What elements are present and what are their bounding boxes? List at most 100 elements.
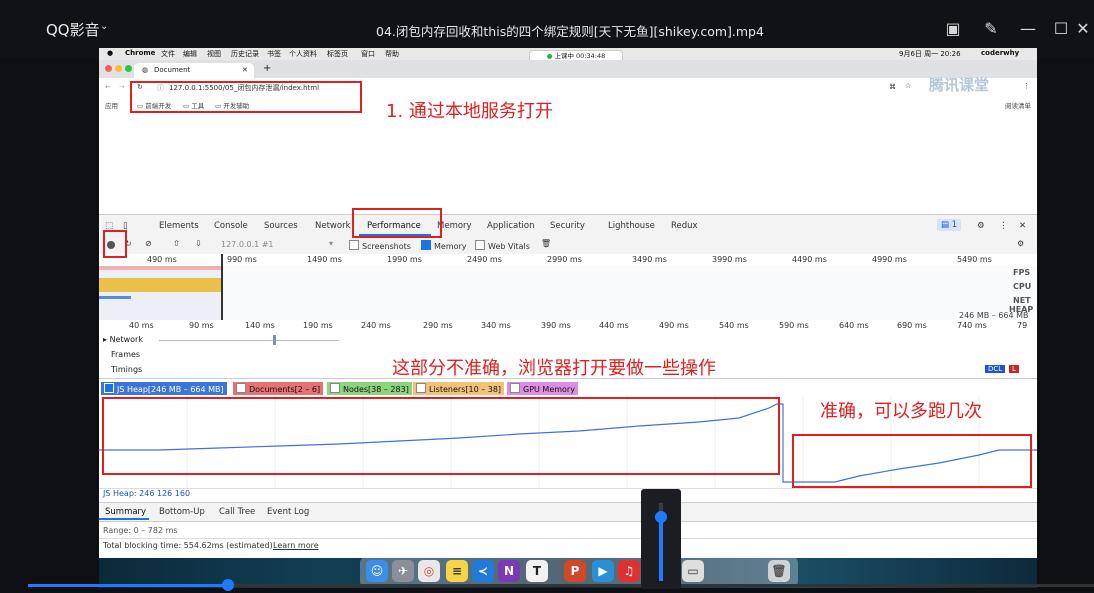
tab-sources[interactable]: Sources xyxy=(264,221,298,231)
screenshot-icon[interactable]: ▭ xyxy=(682,560,704,582)
profile-select[interactable]: 127.0.0.1 #1 xyxy=(221,240,274,249)
window-close-dot[interactable] xyxy=(105,65,112,72)
tab-application[interactable]: Application xyxy=(487,221,535,231)
tab-lighthouse[interactable]: Lighthouse xyxy=(608,221,655,231)
menu-item[interactable]: 书签 xyxy=(267,49,281,59)
kebab-menu-icon[interactable]: ⋮ xyxy=(1023,82,1030,90)
download-icon[interactable]: ⇩ xyxy=(195,239,202,248)
tab-redux[interactable]: Redux xyxy=(671,221,698,231)
web-vitals-checkbox[interactable]: Web Vitals xyxy=(475,240,530,251)
checkbox-box[interactable] xyxy=(104,383,114,393)
menu-item[interactable]: 历史记录 xyxy=(231,49,259,59)
upload-icon[interactable]: ⇧ xyxy=(173,239,180,248)
trash-icon[interactable]: 🗑 xyxy=(541,239,551,248)
window-zoom-dot[interactable] xyxy=(125,65,132,72)
checkbox-box[interactable] xyxy=(330,383,340,393)
tab-bottom-up[interactable]: Bottom-Up xyxy=(159,507,205,517)
checkbox-box[interactable] xyxy=(416,383,426,393)
chrome-icon[interactable]: ◎ xyxy=(418,560,440,582)
menu-item[interactable]: 标签页 xyxy=(327,49,348,59)
screenshots-checkbox[interactable]: Screenshots xyxy=(349,240,411,251)
tab-summary[interactable]: Summary xyxy=(105,507,146,517)
close-devtools-icon[interactable]: ✕ xyxy=(1019,221,1026,231)
apps-bookmark[interactable]: 应用 xyxy=(105,100,118,110)
vscode-icon[interactable]: ≺ xyxy=(472,560,494,582)
tab-close-icon[interactable]: ✕ xyxy=(242,66,248,74)
tab-elements[interactable]: Elements xyxy=(159,221,199,231)
learn-more-link[interactable]: Learn more xyxy=(273,541,319,550)
onenote-icon[interactable]: N xyxy=(498,560,520,582)
volume-knob[interactable] xyxy=(655,511,667,523)
finder-icon[interactable]: ☺ xyxy=(366,560,388,582)
app-menu-chevron-icon[interactable]: ⌄ xyxy=(100,21,108,32)
clear-icon[interactable]: ⊘ xyxy=(145,239,152,248)
playback-knob[interactable] xyxy=(222,579,234,591)
tick-label: 4490 ms xyxy=(792,255,827,264)
tab-memory[interactable]: Memory xyxy=(437,221,472,231)
netease-music-icon[interactable]: ♫ xyxy=(618,560,640,582)
checkbox-box[interactable] xyxy=(475,240,485,250)
checkbox-box[interactable] xyxy=(236,383,246,393)
load-marker[interactable]: L xyxy=(1009,365,1019,373)
range-handle[interactable] xyxy=(221,254,223,320)
memory-checkbox[interactable]: Memory xyxy=(421,240,467,251)
counter-gpu-memory[interactable]: GPU Memory xyxy=(507,382,578,395)
new-tab-button[interactable]: + xyxy=(263,63,271,74)
app-name[interactable]: QQ影音 xyxy=(46,19,100,40)
menu-item[interactable]: 视图 xyxy=(207,49,221,59)
issues-badge[interactable]: ▤ 1 xyxy=(937,219,962,231)
checkbox-box[interactable] xyxy=(510,383,520,393)
dcl-marker[interactable]: DCL xyxy=(985,365,1006,373)
counter-nodes[interactable]: Nodes[38 – 283] xyxy=(327,382,412,395)
counter-documents[interactable]: Documents[2 – 6] xyxy=(233,382,324,395)
typora-icon[interactable]: T xyxy=(526,560,548,582)
tab-console[interactable]: Console xyxy=(214,221,248,231)
apple-icon[interactable]: ● xyxy=(107,49,113,57)
screenshot-mode-icon[interactable]: ▣ xyxy=(942,18,964,40)
tab-network[interactable]: Network xyxy=(315,221,351,231)
minimize-button[interactable]: — xyxy=(1017,18,1039,40)
window-minimize-dot[interactable] xyxy=(115,65,122,72)
powerpoint-icon[interactable]: P xyxy=(564,560,586,582)
performance-toolbar: ↻ ⊘ ⇧ ⇩ 127.0.0.1 #1 ▾ Screenshots Memor… xyxy=(99,236,1037,255)
tab-call-tree[interactable]: Call Tree xyxy=(219,507,255,517)
checkbox-box[interactable] xyxy=(349,240,359,250)
tab-event-log[interactable]: Event Log xyxy=(267,507,309,517)
menu-item[interactable]: 个人资料 xyxy=(289,49,317,59)
track-label: Network xyxy=(109,335,143,344)
counter-label: JS Heap[246 MB – 664 MB] xyxy=(117,385,224,394)
menu-item[interactable]: 编辑 xyxy=(183,49,197,59)
network-track-toggle[interactable]: ▸ Network xyxy=(103,335,143,344)
menu-item[interactable]: 文件 xyxy=(161,49,175,59)
trash-icon[interactable]: 🗑 xyxy=(768,560,790,582)
close-button[interactable]: ✕ xyxy=(1072,18,1094,40)
launchpad-icon[interactable]: ✈ xyxy=(392,560,414,582)
volume-slider[interactable] xyxy=(641,489,681,589)
tencent-class-icon[interactable]: ▶ xyxy=(592,560,614,582)
tick-label: 390 ms xyxy=(541,321,571,330)
more-options-icon[interactable]: ⋮ xyxy=(999,221,1008,231)
menu-item[interactable]: Chrome xyxy=(125,49,155,57)
forward-arrow-icon[interactable]: → xyxy=(119,83,125,91)
bookmark-star-icon[interactable]: ☆ xyxy=(905,82,911,90)
timeline-overview[interactable]: 490 ms 990 ms 1490 ms 1990 ms 2490 ms 29… xyxy=(99,254,1037,321)
capture-settings-icon[interactable]: ⚙ xyxy=(1017,239,1024,248)
tab-security[interactable]: Security xyxy=(550,221,585,231)
track-label: Timings xyxy=(111,365,143,374)
chevron-down-icon[interactable]: ▾ xyxy=(329,239,333,248)
checkbox-box[interactable] xyxy=(421,240,431,250)
maximize-button[interactable]: ☐ xyxy=(1050,18,1072,40)
back-arrow-icon[interactable]: ← xyxy=(105,83,111,91)
menu-item[interactable]: 窗口 xyxy=(361,49,375,59)
annotation-box-inaccurate xyxy=(102,397,780,475)
translate-icon[interactable]: ⌘ xyxy=(889,83,896,91)
counter-js-heap[interactable]: JS Heap[246 MB – 664 MB] xyxy=(101,382,227,395)
settings-gear-icon[interactable]: ⚙ xyxy=(977,221,985,231)
playback-progress[interactable] xyxy=(28,584,1094,587)
counter-listeners[interactable]: Listeners[10 – 38] xyxy=(413,382,505,395)
notes-icon[interactable]: ≡ xyxy=(446,560,468,582)
pin-icon[interactable]: ✎ xyxy=(980,18,1002,40)
reading-list[interactable]: 阅读清单 xyxy=(1005,100,1031,110)
browser-tab[interactable]: ◍ Document ✕ xyxy=(134,63,254,78)
menu-item[interactable]: 帮助 xyxy=(385,49,399,59)
